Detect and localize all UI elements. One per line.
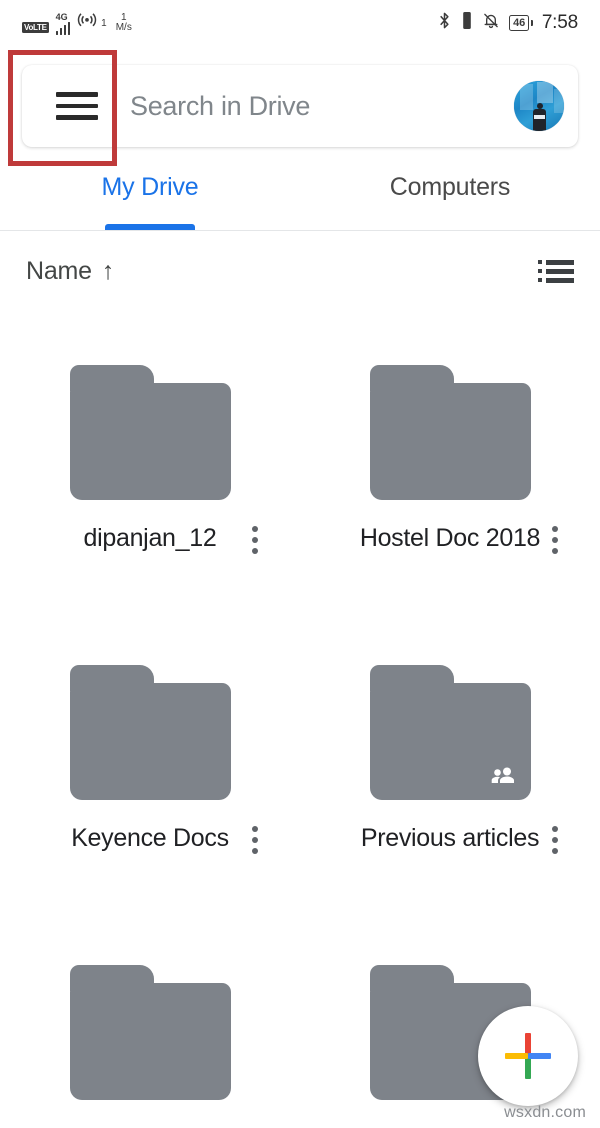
vibrate-icon	[461, 11, 473, 35]
grid-item-footer: Previous articles	[300, 822, 600, 854]
hamburger-menu-icon[interactable]	[56, 92, 98, 120]
watermark: wsxdn.com	[504, 1104, 586, 1121]
volte-badge: VoLTE	[22, 22, 49, 33]
sort-label: Name	[26, 256, 92, 285]
file-grid: dipanjan_12 Hostel Doc 2018 Keyence Docs	[0, 310, 600, 1128]
more-options-icon[interactable]	[552, 826, 558, 854]
tab-active-underline	[105, 224, 195, 230]
create-new-fab[interactable]	[478, 1006, 578, 1106]
cellular-signal-icon: 4G	[55, 12, 71, 35]
network-speed-indicator: 1 M/s	[115, 11, 132, 34]
grid-item[interactable]	[0, 910, 300, 1128]
avatar[interactable]	[514, 81, 564, 131]
grid-item-footer: Keyence Docs	[0, 822, 300, 854]
battery-indicator: 46	[509, 15, 533, 31]
sort-ascending-arrow-icon: ↑	[101, 256, 115, 285]
grid-item[interactable]: dipanjan_12	[0, 310, 300, 610]
status-bar-right: 46 7:58	[437, 11, 578, 35]
grid-item-footer: Hostel Doc 2018	[300, 522, 600, 554]
grid-item-label: Hostel Doc 2018	[359, 524, 541, 552]
grid-item-label: Previous articles	[360, 824, 540, 852]
grid-item[interactable]: Hostel Doc 2018	[300, 310, 600, 610]
tab-my-drive[interactable]: My Drive	[0, 163, 300, 230]
hotspot-icon	[77, 9, 97, 34]
battery-level: 46	[509, 15, 530, 31]
folder-icon	[369, 365, 531, 500]
net-speed-superscript: 1	[101, 17, 107, 29]
grid-item-footer: dipanjan_12	[0, 522, 300, 554]
status-bar-left: VoLTE 4G 1 1 M/s	[22, 11, 132, 36]
status-bar: VoLTE 4G 1 1 M/s 46 7:58	[0, 0, 600, 46]
network-generation-label: 4G	[55, 11, 68, 22]
grid-item-label: dipanjan_12	[83, 524, 217, 552]
net-speed-unit: M/s	[115, 22, 132, 33]
folder-icon	[69, 665, 231, 800]
clock: 7:58	[541, 12, 578, 33]
more-options-icon[interactable]	[252, 526, 258, 554]
drive-app-screen: VoLTE 4G 1 1 M/s 46 7:58 Search in Drive…	[0, 0, 600, 1128]
sort-by-name-button[interactable]: Name ↑	[26, 257, 114, 286]
bell-muted-icon	[482, 11, 500, 35]
grid-item[interactable]: Previous articles	[300, 610, 600, 910]
folder-icon	[369, 665, 531, 800]
more-options-icon[interactable]	[552, 526, 558, 554]
net-speed-value: 1	[120, 11, 127, 23]
grid-item[interactable]: Keyence Docs	[0, 610, 300, 910]
shared-people-icon	[490, 765, 516, 785]
tab-computers-label: Computers	[389, 173, 511, 201]
search-bar[interactable]: Search in Drive	[22, 65, 578, 147]
folder-icon	[69, 965, 231, 1100]
search-input[interactable]: Search in Drive	[130, 91, 514, 122]
sort-bar: Name ↑	[0, 232, 600, 310]
grid-item-label: Keyence Docs	[71, 824, 229, 852]
bluetooth-icon	[437, 11, 452, 35]
google-plus-icon	[505, 1033, 551, 1079]
list-view-icon[interactable]	[538, 259, 574, 283]
more-options-icon[interactable]	[252, 826, 258, 854]
tab-bar: My Drive Computers	[0, 163, 600, 231]
folder-icon	[69, 365, 231, 500]
tab-my-drive-label: My Drive	[101, 173, 199, 201]
tab-computers[interactable]: Computers	[300, 163, 600, 230]
